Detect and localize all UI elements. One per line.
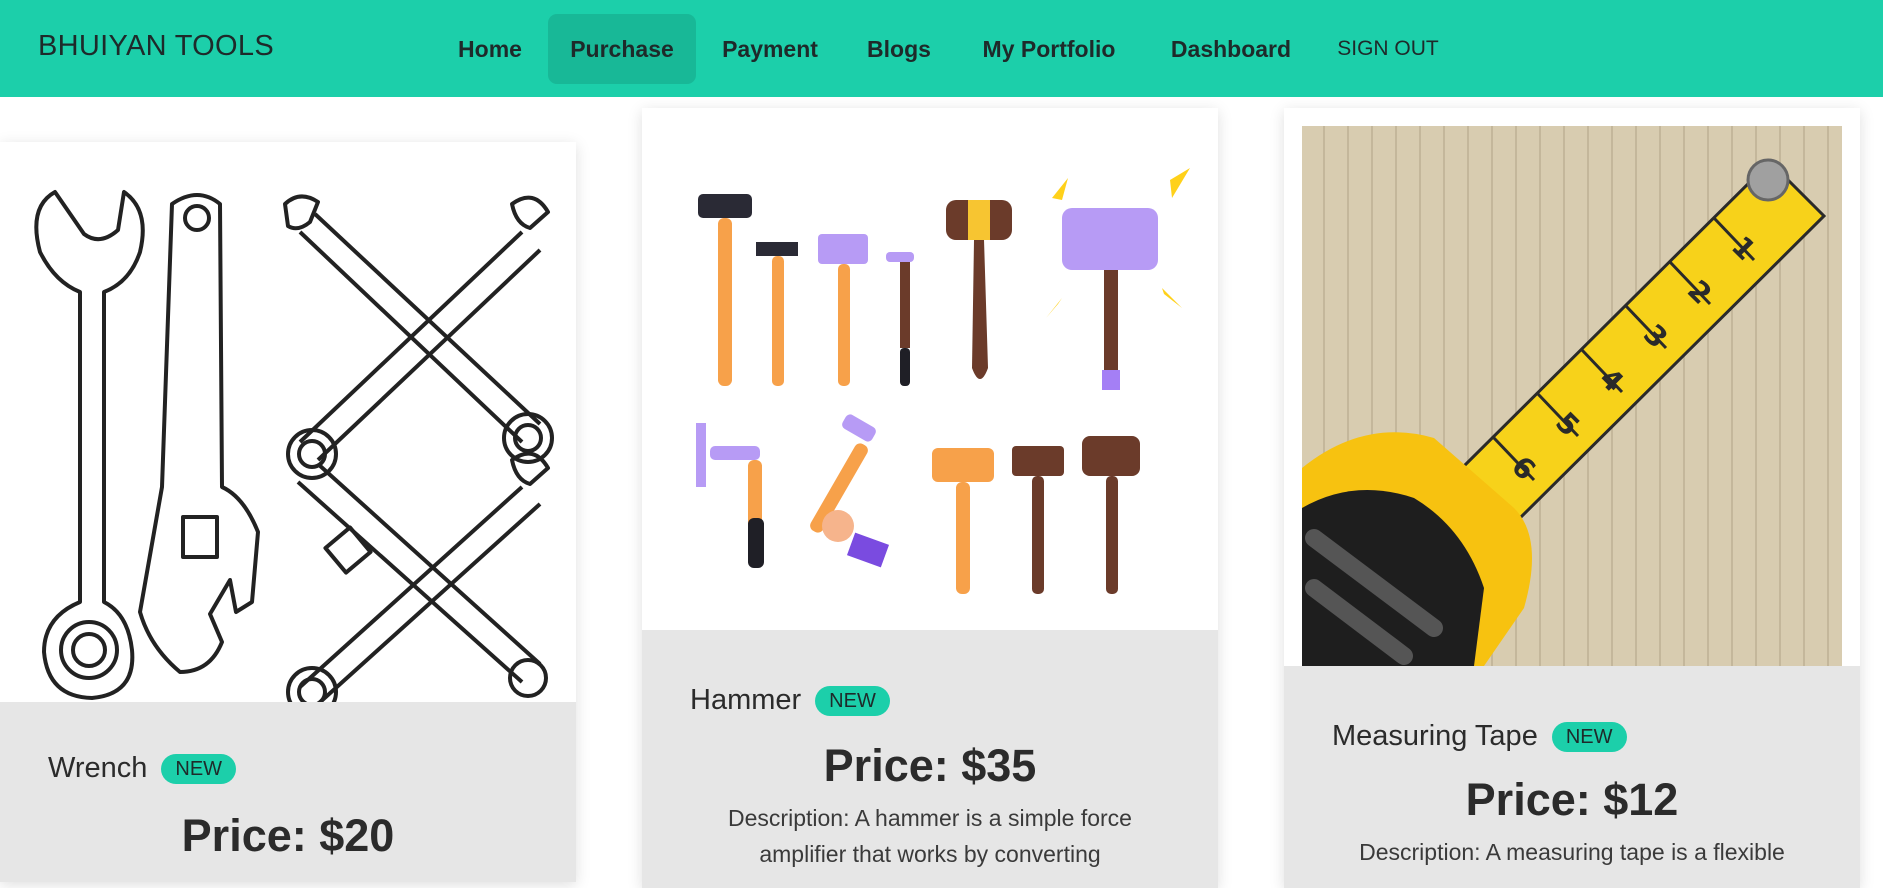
product-price: Price: $12 bbox=[1465, 774, 1679, 825]
nav-dashboard[interactable]: Dashboard bbox=[1156, 14, 1306, 84]
product-card-hammer[interactable]: Hammer NEW Price: $35 Description: A ham… bbox=[642, 108, 1218, 888]
product-name: Hammer bbox=[690, 684, 802, 716]
product-title-measuring-tape: Measuring Tape NEW bbox=[1332, 720, 1627, 753]
product-name: Measuring Tape bbox=[1332, 720, 1538, 752]
product-price: Price: $35 bbox=[823, 740, 1037, 791]
nav-my-portfolio[interactable]: My Portfolio bbox=[968, 14, 1130, 84]
product-title-hammer: Hammer NEW bbox=[690, 684, 890, 717]
measuring-tape-icon: 6 5 4 3 2 1 bbox=[1284, 108, 1860, 666]
product-card-wrench[interactable]: Wrench NEW Price: $20 bbox=[0, 142, 576, 882]
top-navbar: BHUIYAN TOOLS Home Purchase Payment Blog… bbox=[0, 0, 1883, 97]
product-price: Price: $20 bbox=[181, 810, 395, 861]
hammer-set-icon bbox=[642, 108, 1218, 630]
product-title-wrench: Wrench NEW bbox=[48, 752, 237, 785]
sign-out-button[interactable]: SIGN OUT bbox=[1330, 14, 1446, 84]
new-badge: NEW bbox=[1551, 721, 1627, 752]
nav-blogs[interactable]: Blogs bbox=[852, 14, 946, 84]
nav-payment[interactable]: Payment bbox=[706, 14, 834, 84]
nav-purchase[interactable]: Purchase bbox=[548, 14, 696, 84]
product-card-measuring-tape[interactable]: 6 5 4 3 2 1 Measuring Tape NEW Price: $1… bbox=[1284, 108, 1860, 888]
product-name: Wrench bbox=[48, 752, 148, 784]
new-badge: NEW bbox=[161, 753, 237, 784]
new-badge: NEW bbox=[815, 685, 890, 716]
product-description: Description: A measuring tape is a flexi… bbox=[1359, 839, 1785, 865]
product-description: Description: A hammer is a simple force … bbox=[728, 805, 1132, 867]
brand-logo[interactable]: BHUIYAN TOOLS bbox=[38, 30, 274, 63]
nav-home[interactable]: Home bbox=[442, 14, 538, 84]
wrench-set-icon bbox=[0, 142, 576, 702]
